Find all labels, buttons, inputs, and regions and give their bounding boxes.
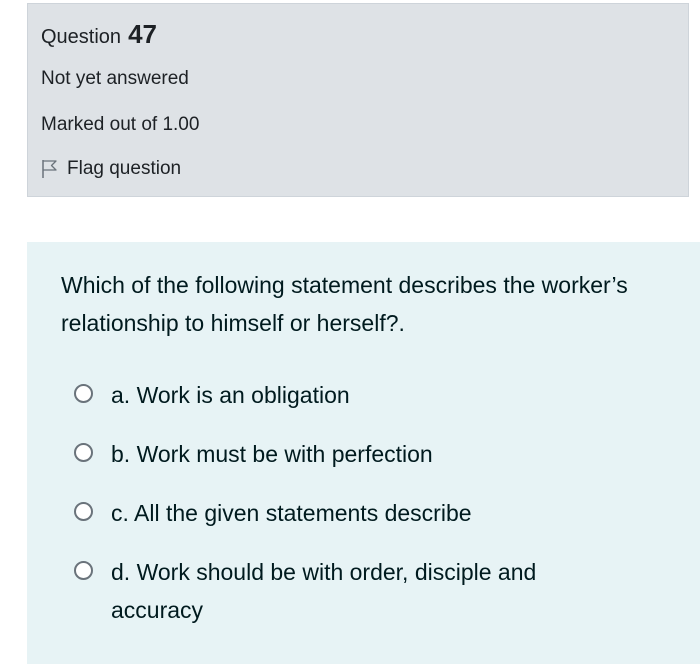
radio-button-b[interactable] (74, 443, 93, 462)
question-text: Which of the following statement describ… (61, 272, 628, 336)
answer-option-c[interactable]: c. All the given statements describe (74, 494, 674, 532)
answer-label-a: a. Work is an obligation (111, 382, 350, 408)
flag-question-label: Flag question (67, 158, 182, 179)
answer-label-d: d. Work should be with order, disciple a… (111, 559, 537, 623)
question-word: Question (41, 26, 122, 48)
radio-button-d[interactable] (74, 561, 93, 580)
radio-button-c[interactable] (74, 502, 93, 521)
question-number: 47 (128, 19, 157, 49)
answer-option-b[interactable]: b. Work must be with perfection (74, 435, 674, 473)
flag-icon (41, 159, 59, 179)
question-heading: Question 47 (41, 19, 157, 50)
answer-option-a[interactable]: a. Work is an obligation (74, 376, 674, 414)
question-content-panel: Which of the following statement describ… (27, 242, 700, 664)
answer-options: a. Work is an obligation b. Work must be… (74, 376, 674, 629)
flag-question-link[interactable]: Flag question (41, 158, 181, 180)
answer-label-b: b. Work must be with perfection (111, 441, 433, 467)
question-grade: Marked out of 1.00 (41, 114, 200, 135)
question-state: Not yet answered (41, 68, 189, 89)
answer-label-c: c. All the given statements describe (111, 500, 472, 526)
question-info-panel: Question 47 Not yet answered Marked out … (27, 3, 689, 197)
radio-button-a[interactable] (74, 384, 93, 403)
answer-option-d[interactable]: d. Work should be with order, disciple a… (74, 553, 674, 629)
